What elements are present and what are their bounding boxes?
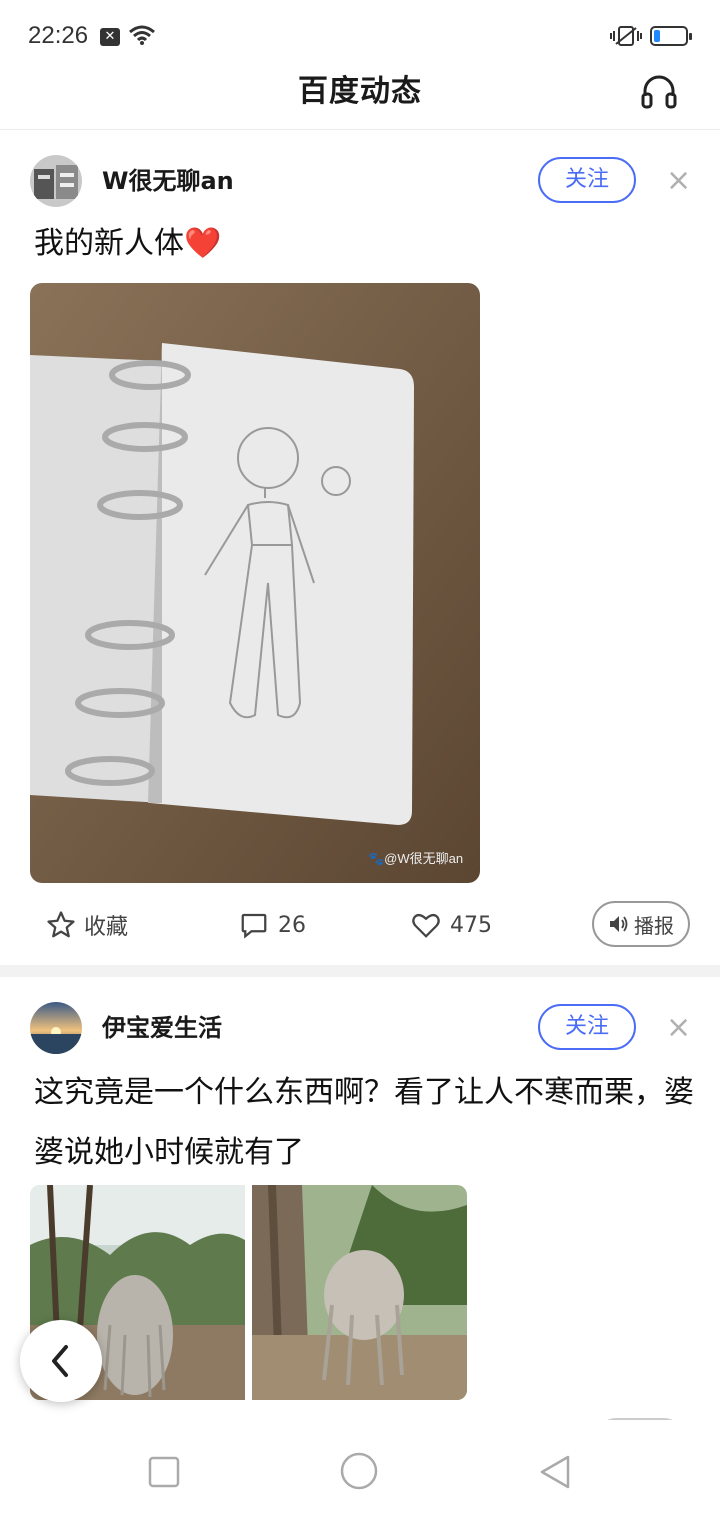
broadcast-button[interactable]: 播报 bbox=[592, 901, 690, 947]
post-image[interactable] bbox=[252, 1185, 467, 1400]
notification-icon: ✕ bbox=[100, 28, 120, 46]
post-image[interactable]: 🐾@W很无聊an bbox=[30, 283, 480, 883]
avatar[interactable] bbox=[30, 1002, 82, 1054]
app-header: 百度动态 bbox=[0, 72, 720, 130]
close-icon[interactable]: × bbox=[666, 1013, 691, 1043]
close-icon[interactable]: × bbox=[666, 166, 691, 196]
system-nav-bar bbox=[0, 1420, 720, 1520]
status-time: 22:26 bbox=[28, 22, 89, 49]
feed-post[interactable]: W很无聊an 关注 × 我的新人体❤️ 🐾@W很无聊an 收藏 26 475 播… bbox=[0, 130, 720, 965]
status-bar: 22:26 ✕ bbox=[0, 0, 720, 72]
headphone-icon[interactable] bbox=[640, 72, 678, 114]
speaker-icon bbox=[610, 916, 628, 932]
post-text: 我的新人体❤️ bbox=[34, 226, 222, 261]
home-button[interactable] bbox=[340, 1452, 378, 1494]
feed-post[interactable]: 伊宝爱生活 关注 × 这究竟是一个什么东西啊？看了让人不寒而栗，婆婆说她小时候就… bbox=[0, 977, 720, 1417]
recents-button[interactable] bbox=[148, 1456, 180, 1492]
post-divider bbox=[0, 965, 720, 977]
vibrate-icon bbox=[610, 24, 642, 52]
username[interactable]: W很无聊an bbox=[102, 166, 234, 196]
post-actions: 收藏 26 475 播报 bbox=[0, 895, 720, 955]
broadcast-label: 播报 bbox=[634, 913, 674, 938]
back-button[interactable] bbox=[20, 1320, 102, 1402]
wifi-icon bbox=[128, 24, 156, 50]
like-count: 475 bbox=[450, 912, 492, 938]
follow-button[interactable]: 关注 bbox=[538, 1004, 636, 1050]
page-title: 百度动态 bbox=[298, 74, 422, 109]
follow-button[interactable]: 关注 bbox=[538, 157, 636, 203]
favorite-label: 收藏 bbox=[84, 915, 129, 940]
back-nav-button[interactable] bbox=[538, 1454, 572, 1494]
comment-button[interactable]: 26 bbox=[238, 895, 306, 955]
avatar[interactable] bbox=[30, 155, 82, 207]
post-text: 这究竟是一个什么东西啊？看了让人不寒而栗，婆婆说她小时候就有了 bbox=[34, 1075, 694, 1170]
battery-icon bbox=[650, 26, 692, 46]
like-button[interactable]: 475 bbox=[410, 895, 492, 955]
comment-count: 26 bbox=[278, 912, 306, 938]
watermark: 🐾@W很无聊an bbox=[368, 851, 463, 866]
favorite-button[interactable]: 收藏 bbox=[46, 895, 128, 955]
username[interactable]: 伊宝爱生活 bbox=[102, 1013, 222, 1043]
chevron-left-icon bbox=[52, 1345, 68, 1377]
